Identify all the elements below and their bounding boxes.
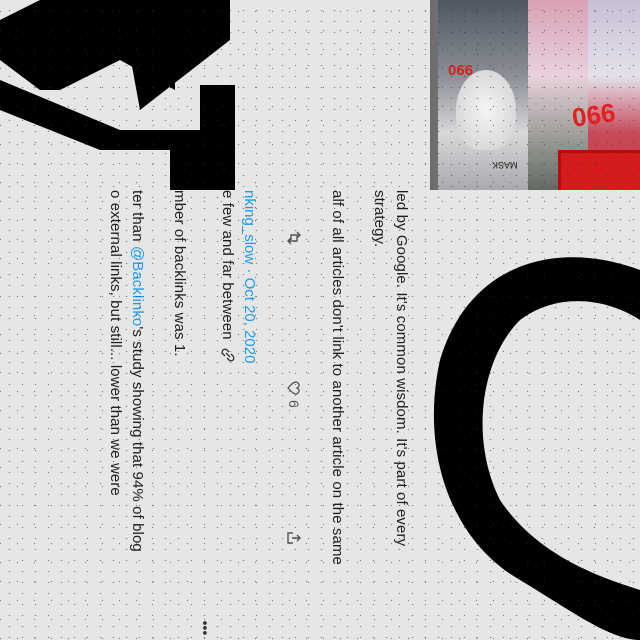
- tweet-card: led by Google. It's common wisdom. It's …: [60, 190, 410, 640]
- canvas: 066 066 MASK led by Google. It's common …: [0, 0, 640, 640]
- tweet-date[interactable]: Oct 20, 2020: [241, 278, 258, 364]
- more-icon: •••: [197, 620, 214, 636]
- retweet-icon: [287, 231, 301, 245]
- like-button[interactable]: 6: [286, 380, 302, 408]
- more-button[interactable]: •••: [197, 621, 213, 636]
- mask-package: [456, 70, 516, 150]
- tweet-text-line: ter than @Backlinko's study showing that…: [129, 190, 146, 552]
- share-icon: [287, 532, 301, 544]
- tweet-text-fragment: 's study showing that 94% of blog: [129, 326, 146, 552]
- tweet-text-line: o external links, but still... lower tha…: [107, 190, 124, 496]
- mask-label: MASK: [492, 160, 518, 170]
- tweet-actions: 6: [282, 190, 302, 640]
- retweet-button[interactable]: [286, 230, 302, 246]
- tweet-text-fragment: ter than: [129, 190, 146, 246]
- tweet-text-line: alf of all articles don't link to anothe…: [329, 190, 346, 565]
- tweet-author-row: nking_slow · Oct 20, 2020: [241, 190, 258, 364]
- author-handle[interactable]: nking_slow: [241, 190, 258, 264]
- tweet-text-line: e few and far between: [219, 190, 236, 362]
- price-tag-small: 066: [448, 62, 474, 79]
- red-box: [558, 150, 640, 190]
- share-button[interactable]: [286, 530, 302, 546]
- tweet-text-line: mber of backlinks was 1.: [171, 190, 188, 357]
- product-photo: 066 066 MASK: [430, 0, 640, 190]
- link-icon: [221, 348, 235, 362]
- tweet-text-line: strategy.: [371, 190, 388, 248]
- tweet-text-fragment: e few and far between: [219, 190, 236, 340]
- tweet-text-line: led by Google. It's common wisdom. It's …: [393, 190, 410, 547]
- mention-link[interactable]: @Backlinko: [129, 246, 146, 326]
- price-tag-large: 066: [570, 97, 618, 133]
- like-count: 6: [286, 400, 302, 408]
- heart-icon: [287, 381, 300, 395]
